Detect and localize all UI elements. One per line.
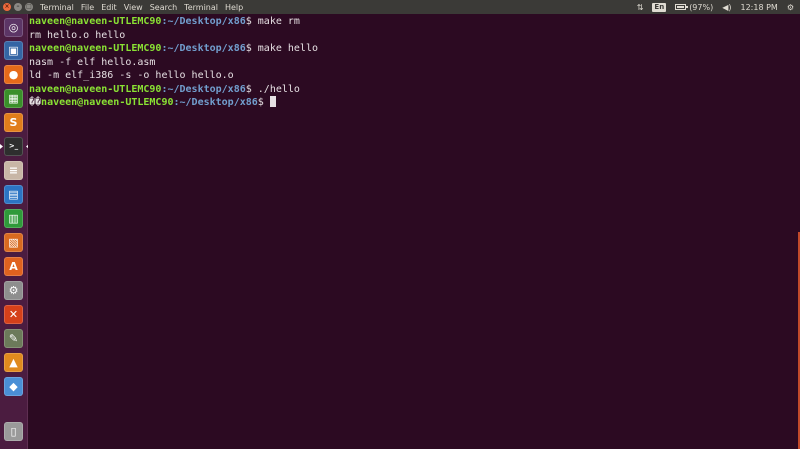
prompt-user: naveen@naveen-UTLEMC90 (41, 97, 174, 108)
launcher-glyph: ✕ (8, 308, 19, 321)
launcher-terminal-icon[interactable]: >_ (0, 137, 29, 156)
launcher-software-icon[interactable]: ▦ (4, 89, 23, 108)
launcher-firefox-icon[interactable]: ● (4, 65, 23, 84)
garbage-output: �� (29, 97, 42, 108)
menu-edit[interactable]: Edit (101, 3, 117, 12)
prompt-path: :~/Desktop/x86 (173, 97, 258, 108)
launcher-glyph: ▥ (8, 212, 19, 225)
top-panel: × – □ Terminal File Edit View Search Ter… (0, 0, 800, 14)
prompt-user: naveen@naveen-UTLEMC90 (29, 43, 162, 54)
output-text: rm hello.o hello (29, 29, 126, 41)
terminal-line: naveen@naveen-UTLEMC90:~/Desktop/x86$ ma… (29, 15, 800, 29)
minimize-icon[interactable]: – (14, 3, 22, 11)
launcher-settings-icon[interactable]: ⚙ (4, 281, 23, 300)
command-text: $ make hello (245, 43, 318, 54)
battery-indicator[interactable]: (97%) (675, 3, 713, 12)
prompt-user: naveen@naveen-UTLEMC90 (29, 83, 162, 95)
maximize-icon[interactable]: □ (25, 3, 33, 11)
launcher-glyph: ▧ (8, 236, 19, 249)
launcher-glyph: ▣ (8, 44, 19, 57)
launcher-files-icon[interactable]: ▣ (4, 41, 23, 60)
terminal-view[interactable]: naveen@naveen-UTLEMC90:~/Desktop/x86$ ma… (28, 14, 800, 449)
launcher-software-center-icon[interactable]: A (4, 257, 23, 276)
output-text: nasm -f elf hello.asm (29, 56, 156, 68)
battery-level (677, 6, 684, 8)
menu-view[interactable]: View (124, 3, 143, 12)
prompt-user: naveen@naveen-UTLEMC90 (29, 16, 162, 27)
close-icon[interactable]: × (3, 3, 11, 11)
launcher-glyph: ▦ (8, 92, 19, 105)
clock[interactable]: 12:18 PM (741, 3, 778, 12)
menu-bar: Terminal File Edit View Search Terminal … (40, 3, 250, 12)
terminal-line: ��naveen@naveen-UTLEMC90:~/Desktop/x86$ (29, 96, 800, 110)
text-cursor (269, 96, 276, 107)
terminal-line: nasm -f elf hello.asm (29, 56, 800, 70)
command-text: $ make rm (245, 16, 300, 27)
launcher-sublime-icon[interactable]: S (4, 113, 23, 132)
terminal-line: naveen@naveen-UTLEMC90:~/Desktop/x86$ ma… (29, 42, 800, 56)
running-indicator (0, 144, 3, 149)
launcher-glyph: ▯ (10, 425, 17, 438)
launcher-calc-icon[interactable]: ▥ (4, 209, 23, 228)
launcher-glyph: S (9, 116, 18, 129)
launcher-glyph: ⚙ (8, 284, 19, 297)
keyboard-layout-label: En (652, 2, 667, 12)
launcher-glyph: ◆ (9, 380, 18, 393)
terminal-line: naveen@naveen-UTLEMC90:~/Desktop/x86$ ./… (29, 83, 800, 97)
launcher-glyph: ✎ (8, 332, 19, 345)
launcher-vlc-icon[interactable]: ▲ (4, 353, 23, 372)
launcher-notes-icon[interactable]: ✎ (4, 329, 23, 348)
menu-help[interactable]: Help (225, 3, 243, 12)
indicators: ⇅ En (97%) ◀) 12:18 PM ⚙ (628, 2, 794, 12)
command-text: $ ./hello (245, 83, 300, 95)
launcher-storage-icon[interactable]: ≡ (4, 161, 23, 180)
launcher-package-icon[interactable]: ◆ (4, 377, 23, 396)
app-title: Terminal (40, 2, 74, 12)
terminal-line: rm hello.o hello (29, 29, 800, 43)
launcher-impress-icon[interactable]: ▧ (4, 233, 23, 252)
window-controls: × – □ (3, 3, 36, 11)
launcher-glyph: ◎ (8, 21, 19, 34)
terminal-line: ld -m elf_i386 -s -o hello hello.o (29, 69, 800, 83)
output-text: ld -m elf_i386 -s -o hello hello.o (29, 70, 234, 81)
launcher-glyph: ▲ (9, 356, 18, 369)
launcher-dash-icon[interactable]: ◎ (4, 18, 23, 37)
launcher-glyph: ≡ (8, 164, 19, 177)
gear-icon[interactable]: ⚙ (787, 3, 794, 12)
menu-terminal[interactable]: Terminal (184, 3, 218, 12)
launcher-trash-icon[interactable]: ▯ (4, 422, 23, 441)
launcher-writer-icon[interactable]: ▤ (4, 185, 23, 204)
network-updown-icon[interactable]: ⇅ (637, 3, 644, 12)
launcher-crossover-icon[interactable]: ✕ (4, 305, 23, 324)
battery-text: (97%) (689, 2, 714, 12)
menu-search[interactable]: Search (150, 3, 177, 12)
speaker-icon[interactable]: ◀) (722, 3, 731, 12)
launcher: ◎ ▣ ● ▦ S >_ ≡ ▤ ▥ ▧ A ⚙ ✕ ✎ ▲ ◆ ▯ (0, 14, 29, 449)
launcher-glyph: A (9, 260, 18, 273)
menu-file[interactable]: File (81, 3, 94, 12)
prompt-path: :~/Desktop/x86 (161, 43, 246, 54)
battery-icon (675, 4, 689, 10)
launcher-glyph: ▤ (8, 188, 19, 201)
launcher-glyph: ● (8, 68, 19, 81)
keyboard-layout-indicator[interactable]: En (652, 2, 667, 12)
prompt-path: :~/Desktop/x86 (161, 83, 246, 95)
prompt-path: :~/Desktop/x86 (161, 16, 246, 27)
command-text: $ (257, 97, 270, 108)
launcher-glyph: >_ (8, 142, 19, 150)
